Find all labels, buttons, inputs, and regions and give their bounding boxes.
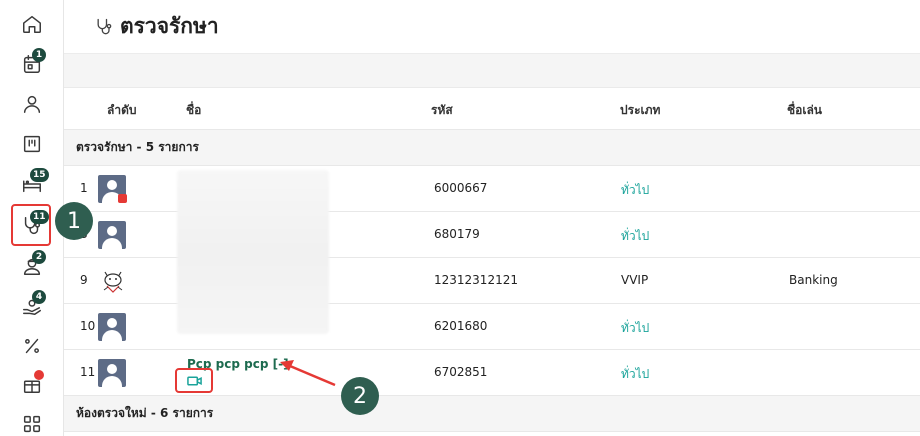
row-index: 11 bbox=[80, 365, 96, 379]
grid-icon bbox=[23, 415, 41, 433]
row-code: 6000667 bbox=[434, 181, 488, 195]
row-type[interactable]: ทั่วไป bbox=[621, 319, 649, 338]
sidebar-item-home[interactable] bbox=[14, 6, 50, 42]
row-type[interactable]: ทั่วไป bbox=[621, 181, 649, 200]
group-header-new-room: ห้องตรวจใหม่ - 6 รายการ bbox=[64, 396, 920, 432]
callout-1: 1 bbox=[55, 202, 93, 240]
toolbar-strip bbox=[64, 54, 920, 88]
percent-icon bbox=[25, 338, 39, 354]
sidebar-item-package[interactable] bbox=[14, 366, 50, 402]
row-type: VVIP bbox=[621, 273, 649, 287]
page-header: ตรวจรักษา bbox=[64, 0, 920, 54]
callout-2: 2 bbox=[341, 377, 379, 415]
status-indicator bbox=[118, 194, 127, 203]
cartoon-avatar-icon bbox=[103, 271, 123, 293]
user-icon bbox=[23, 95, 41, 113]
sidebar-item-calendar[interactable]: 1 bbox=[14, 46, 50, 82]
sidebar-item-discount[interactable] bbox=[14, 328, 50, 364]
app: 1 15 11 2 4 ตรวจรักษา ลำดับ ชื่อ รหัส ปร… bbox=[0, 0, 920, 436]
column-name: ชื่อ bbox=[186, 103, 202, 117]
notification-dot bbox=[34, 370, 44, 380]
sidebar-item-board[interactable] bbox=[14, 126, 50, 162]
home-icon bbox=[23, 15, 41, 33]
badge-calendar: 1 bbox=[32, 48, 46, 62]
blurred-names bbox=[177, 170, 329, 334]
page-title: ตรวจรักษา bbox=[120, 14, 219, 38]
video-camera-icon bbox=[186, 376, 202, 385]
sidebar-item-bed[interactable]: 15 bbox=[14, 166, 50, 202]
table-header: ลำดับ ชื่อ รหัส ประเภท ชื่อเล่น bbox=[64, 88, 920, 130]
column-code: รหัส bbox=[431, 103, 453, 117]
avatar bbox=[98, 221, 126, 249]
sidebar-item-doctor[interactable]: 2 bbox=[14, 248, 50, 284]
row-code: 12312312121 bbox=[434, 273, 518, 287]
row-index: 1 bbox=[80, 181, 88, 195]
badge-doctor: 2 bbox=[32, 250, 46, 264]
sidebar-item-user[interactable] bbox=[14, 86, 50, 122]
video-call-button[interactable] bbox=[175, 368, 213, 393]
row-type[interactable]: ทั่วไป bbox=[621, 365, 649, 384]
row-index: 9 bbox=[80, 273, 88, 287]
avatar bbox=[98, 313, 126, 341]
row-nickname: Banking bbox=[789, 273, 838, 287]
column-index: ลำดับ bbox=[107, 103, 137, 117]
sidebar-item-payment[interactable]: 4 bbox=[14, 288, 50, 324]
row-code: 6201680 bbox=[434, 319, 488, 333]
row-index: 10 bbox=[80, 319, 96, 333]
badge-payment: 4 bbox=[32, 290, 46, 304]
row-type[interactable]: ทั่วไป bbox=[621, 227, 649, 246]
badge-bed: 15 bbox=[30, 168, 49, 182]
active-highlight-box bbox=[11, 204, 51, 246]
group-header-treatment: ตรวจรักษา - 5 รายการ bbox=[64, 130, 920, 166]
column-type: ประเภท bbox=[620, 103, 661, 117]
stethoscope-icon bbox=[97, 18, 112, 34]
avatar bbox=[98, 359, 126, 387]
column-nickname: ชื่อเล่น bbox=[787, 103, 823, 117]
row-code: 680179 bbox=[434, 227, 480, 241]
board-icon bbox=[23, 135, 41, 153]
sidebar-item-apps[interactable] bbox=[14, 406, 50, 436]
row-code: 6702851 bbox=[434, 365, 488, 379]
